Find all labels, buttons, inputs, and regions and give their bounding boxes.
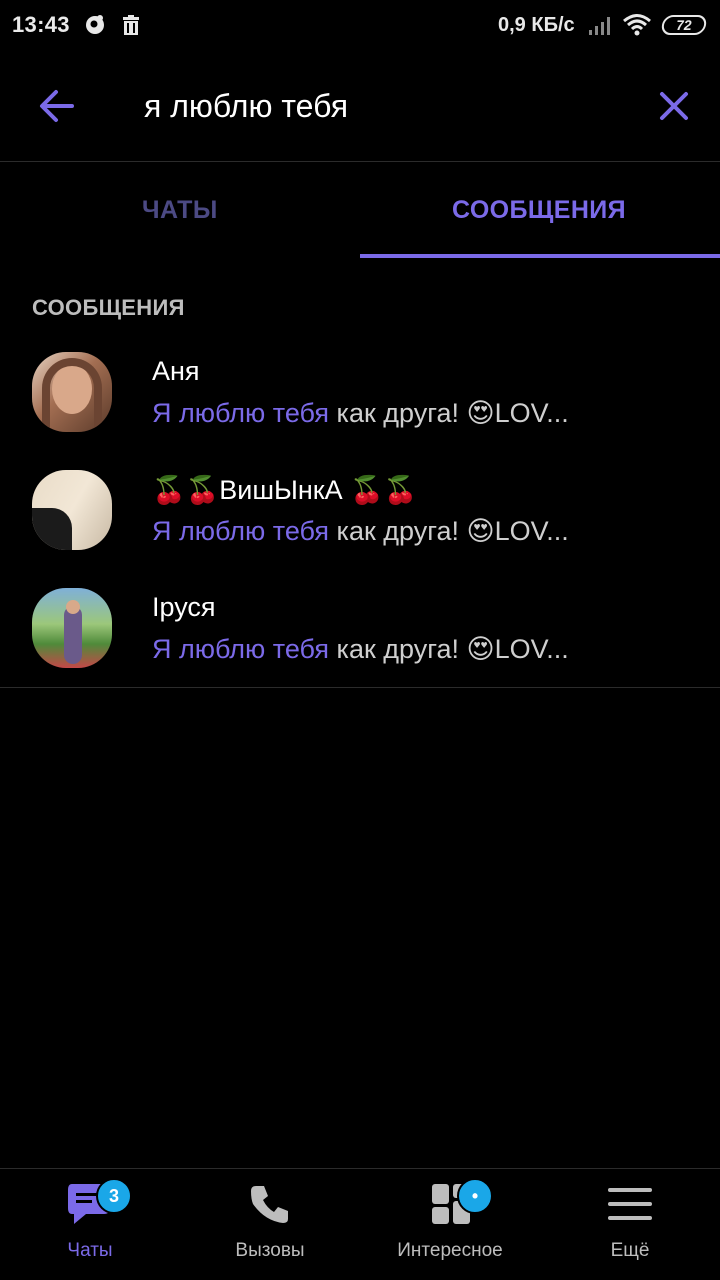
nav-label-explore: Интересное (397, 1240, 503, 1261)
tab-messages[interactable]: СООБЩЕНИЯ (452, 196, 626, 225)
bottom-nav-divider (0, 1168, 720, 1169)
nav-label-calls: Вызовы (235, 1240, 305, 1261)
section-label: СООБЩЕНИЯ (32, 295, 185, 320)
avatar (32, 470, 112, 550)
notification-icon (86, 15, 104, 34)
snippet-highlight: Я люблю тебя (152, 634, 330, 664)
explore-badge: • (457, 1178, 493, 1214)
message-snippet: Я люблю тебя как друга! 😍LOV... (152, 398, 569, 429)
trash-icon (123, 15, 139, 35)
header-divider (0, 161, 720, 162)
contact-name: 🍒🍒ВишЫнкА 🍒🍒 (152, 475, 418, 505)
status-time: 13:43 (12, 12, 70, 37)
list-divider (0, 687, 720, 688)
avatar (32, 588, 112, 668)
contact-name: Аня (152, 356, 200, 386)
menu-icon (608, 1188, 652, 1220)
nav-label-more: Ещё (610, 1240, 650, 1261)
snippet-text: как друга! 😍LOV... (329, 516, 569, 546)
active-tab-indicator (360, 254, 720, 258)
signal-icon (589, 17, 610, 35)
nav-label-chats: Чаты (67, 1240, 113, 1261)
wifi-icon (623, 14, 651, 36)
message-snippet: Я люблю тебя как друга! 😍LOV... (152, 516, 569, 547)
phone-icon (251, 1186, 288, 1223)
avatar (32, 352, 112, 432)
search-input[interactable]: я люблю тебя (144, 88, 348, 125)
snippet-highlight: Я люблю тебя (152, 516, 330, 546)
back-arrow-icon[interactable] (38, 88, 76, 124)
clear-search-icon[interactable] (658, 90, 690, 122)
chats-badge: 3 (96, 1178, 132, 1214)
snippet-text: как друга! 😍LOV... (329, 634, 569, 664)
message-snippet: Я люблю тебя как друга! 😍LOV... (152, 634, 569, 665)
contact-name: Іруся (152, 592, 216, 622)
battery-indicator: 72 (660, 15, 708, 35)
snippet-text: как друга! 😍LOV... (329, 398, 569, 428)
network-speed: 0,9 КБ/с (498, 14, 575, 36)
tab-chats[interactable]: ЧАТЫ (142, 196, 218, 225)
snippet-highlight: Я люблю тебя (152, 398, 330, 428)
